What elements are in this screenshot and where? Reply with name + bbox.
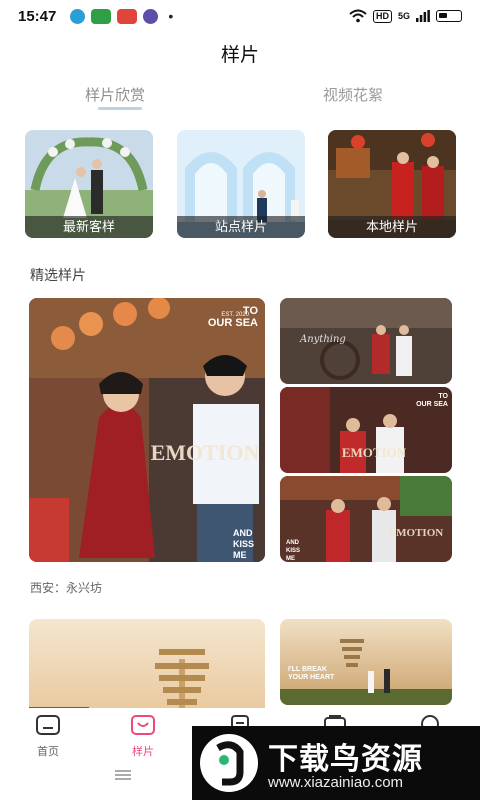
bird-logo-icon [216, 741, 244, 786]
photo-text-break: I'LL BREAK [288, 666, 327, 673]
wifi-icon [349, 9, 367, 23]
featured-photo-right-1[interactable]: Anything [280, 298, 452, 384]
photo-text-to: TO [243, 305, 259, 317]
tab-sample-gallery[interactable]: 样片欣赏 [85, 84, 145, 105]
status-bar: 15:47 • HD 5G [0, 0, 480, 32]
featured-photo-right-2[interactable]: TO OUR SEA EMOTION [280, 387, 452, 473]
hd-badge: HD [372, 9, 392, 23]
chat-notification-icon [143, 8, 159, 24]
featured-photo-pagoda-main[interactable] [29, 619, 265, 719]
svg-text:ME: ME [286, 556, 295, 562]
svg-text:EMOTION: EMOTION [342, 445, 407, 460]
nav-home[interactable]: 首页 [18, 714, 78, 759]
watermark-logo [200, 734, 258, 792]
category-label: 最新客样 [25, 216, 153, 238]
tab-video-highlights[interactable]: 视频花絮 [323, 84, 383, 105]
category-latest-clients[interactable]: 最新客样 [25, 130, 153, 238]
watermark-banner: 下载鸟资源 www.xiazainiao.com [192, 726, 480, 800]
watermark-url: www.xiazainiao.com [268, 774, 404, 791]
svg-text:EMOTION: EMOTION [389, 527, 443, 539]
photo-text-kiss: KISS [233, 539, 254, 549]
featured-photo-pagoda-main-image [29, 619, 265, 719]
network-label: 5G [397, 11, 410, 21]
more-notifications-icon: • [168, 8, 174, 24]
featured-caption: 西安：永兴坊 [30, 581, 103, 595]
svg-text:TO: TO [438, 393, 448, 400]
status-time: 15:47 [18, 7, 57, 25]
svg-text:KISS: KISS [286, 548, 300, 554]
signal-icon [416, 10, 430, 22]
nav-home-label: 首页 [37, 746, 59, 758]
tab-bar: 样片欣赏 视频花絮 [0, 84, 480, 114]
category-local-samples[interactable]: 本地样片 [328, 130, 456, 238]
photo-text-our-sea: OUR SEA [208, 317, 258, 329]
svg-text:AND: AND [286, 540, 300, 546]
page-title: 样片 [220, 45, 259, 66]
battery-icon [436, 10, 462, 22]
system-menu-icon[interactable] [115, 770, 131, 780]
featured-photo-right-2-image: TO OUR SEA EMOTION [280, 387, 452, 473]
featured-photo-pagoda-right[interactable]: I'LL BREAK YOUR HEART [280, 619, 452, 705]
featured-photo-main[interactable]: EST. 2020 TO OUR SEA EMOTION AND KISS ME [29, 298, 265, 562]
category-label: 站点样片 [177, 216, 305, 238]
store-notification-icon [117, 8, 138, 24]
nav-samples[interactable]: 样片 [113, 714, 173, 759]
svg-text:OUR SEA: OUR SEA [416, 401, 448, 408]
photo-text-me: ME [233, 550, 247, 560]
photo-text-emotion: EMOTION [151, 440, 260, 465]
tab-indicator [98, 107, 142, 110]
category-site-samples[interactable]: 站点样片 [177, 130, 305, 238]
status-app-icons: • [70, 8, 173, 24]
featured-photo-right-3-image: AND KISS ME EMOTION [280, 476, 452, 562]
photo-text-heart: YOUR HEART [288, 674, 335, 681]
svg-text:Anything: Anything [299, 334, 346, 345]
wechat-notification-icon [91, 8, 112, 24]
category-label: 本地样片 [328, 216, 456, 238]
app-notification-icon [70, 8, 86, 24]
photo-text-and: AND [233, 528, 253, 538]
home-icon [36, 715, 60, 735]
watermark-title: 下载鸟资源 [268, 743, 423, 776]
nav-samples-label: 样片 [132, 746, 154, 758]
featured-photo-right-3[interactable]: AND KISS ME EMOTION [280, 476, 452, 562]
featured-photo-main-image: EST. 2020 TO OUR SEA EMOTION AND KISS ME [29, 298, 265, 562]
bag-icon [131, 715, 155, 735]
section-title-featured: 精选样片 [30, 267, 86, 283]
featured-photo-pagoda-right-image: I'LL BREAK YOUR HEART [280, 619, 452, 705]
featured-photo-right-1-image: Anything [280, 298, 452, 384]
